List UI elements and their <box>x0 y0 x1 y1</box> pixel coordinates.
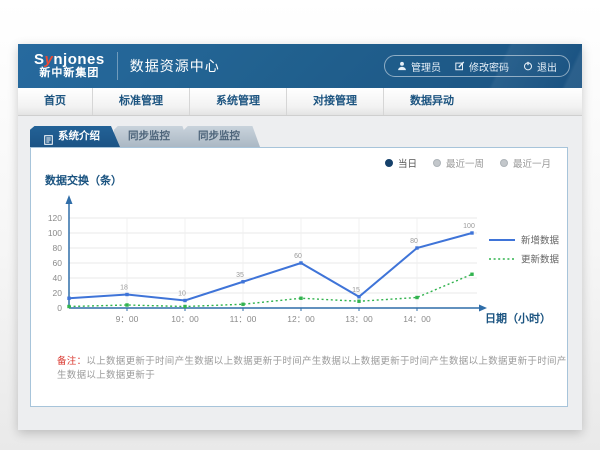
content-area: 系统介绍同步监控同步监控 当日最近一周最近一月 0204060801001209… <box>18 116 582 430</box>
radio-dot <box>500 159 508 167</box>
user-icon <box>397 61 407 71</box>
power-icon <box>523 61 533 71</box>
svg-text:9：00: 9：00 <box>116 314 139 324</box>
brand-logo-text: Synjones <box>34 52 105 68</box>
tab-label: 同步监控 <box>198 126 240 147</box>
userbar-item-label: 退出 <box>537 59 557 74</box>
svg-text:10：00: 10：00 <box>171 314 199 324</box>
brand-logo: Synjones 新中新集团 <box>34 52 118 79</box>
nav-item-0[interactable]: 首页 <box>18 88 93 115</box>
nav: 首页标准管理系统管理对接管理数据异动 <box>18 88 582 116</box>
userbar-item-0[interactable]: 管理员 <box>397 59 441 74</box>
doc-icon <box>44 132 53 142</box>
svg-text:120: 120 <box>48 213 62 223</box>
logo-part1: S <box>34 51 45 68</box>
tab-0[interactable]: 系统介绍 <box>30 126 120 147</box>
nav-item-4[interactable]: 数据异动 <box>384 88 480 115</box>
app-window: Synjones 新中新集团 数据资源中心 管理员修改密码退出 首页标准管理系统… <box>18 44 582 430</box>
userbar-item-label: 修改密码 <box>469 59 509 74</box>
svg-text:35: 35 <box>236 272 244 279</box>
logo-part2: njones <box>53 51 104 68</box>
legend-item-1: 更新数据 <box>489 254 560 266</box>
edit-icon <box>455 61 465 71</box>
y-axis-label: 数据交换（条） <box>45 173 122 187</box>
svg-text:14：00: 14：00 <box>403 314 431 324</box>
nav-item-3[interactable]: 对接管理 <box>287 88 384 115</box>
svg-text:0: 0 <box>57 303 62 313</box>
svg-text:15: 15 <box>352 287 360 294</box>
nav-item-1[interactable]: 标准管理 <box>93 88 190 115</box>
svg-text:新增数据: 新增数据 <box>521 235 560 247</box>
svg-text:100: 100 <box>48 228 62 238</box>
page-title: 数据资源中心 <box>130 56 220 76</box>
svg-text:80: 80 <box>53 243 63 253</box>
svg-text:10: 10 <box>178 291 186 298</box>
svg-text:80: 80 <box>410 238 418 245</box>
tab-2[interactable]: 同步监控 <box>184 126 260 147</box>
nav-item-2[interactable]: 系统管理 <box>190 88 287 115</box>
legend-item-0: 新增数据 <box>489 235 560 247</box>
brand-company: 新中新集团 <box>34 68 105 80</box>
radio-dot <box>385 159 393 167</box>
svg-text:更新数据: 更新数据 <box>521 254 560 266</box>
userbar-item-2[interactable]: 退出 <box>523 59 557 74</box>
app-header: Synjones 新中新集团 数据资源中心 管理员 修改密码 退出 <box>18 44 582 88</box>
userbar-item-label: 管理员 <box>411 59 441 74</box>
svg-text:20: 20 <box>53 288 63 298</box>
userbar-item-1[interactable]: 修改密码 <box>455 59 509 74</box>
chart-panel: 当日最近一周最近一月 0204060801001209：0010：0011：00… <box>30 147 568 407</box>
svg-text:11：00: 11：00 <box>230 314 257 324</box>
tab-label: 系统介绍 <box>58 126 100 147</box>
svg-text:60: 60 <box>53 258 63 268</box>
svg-text:13：00: 13：00 <box>345 314 373 324</box>
tab-1[interactable]: 同步监控 <box>114 126 190 147</box>
x-axis-label: 日期（小时） <box>485 311 551 325</box>
tab-bar: 系统介绍 同步监控 同步监控 <box>30 125 568 147</box>
svg-text:18: 18 <box>120 285 128 292</box>
footnote-text: 以上数据更新于时间产生数据以上数据更新于时间产生数据以上数据更新于时间产生数据以… <box>57 356 567 381</box>
svg-text:60: 60 <box>294 253 302 260</box>
svg-text:12：00: 12：00 <box>287 314 315 324</box>
footnote-prefix: 备注： <box>57 356 86 367</box>
svg-text:100: 100 <box>463 223 475 230</box>
userbar: 管理员 修改密码 退出 <box>384 55 570 77</box>
svg-text:40: 40 <box>53 273 63 283</box>
line-chart: 0 20 40 60 80 100 120 9：00 10：00 11：00 12：00 13：00 1… <box>31 168 569 340</box>
radio-dot <box>433 159 441 167</box>
line-chart-svg: 0 20 40 60 80 100 120 9：00 10：00 11：00 12：00 13：00 1… <box>31 168 569 340</box>
footnote: 备注：以上数据更新于时间产生数据以上数据更新于时间产生数据以上数据更新于时间产生… <box>57 353 567 381</box>
tab-label: 同步监控 <box>128 126 170 147</box>
